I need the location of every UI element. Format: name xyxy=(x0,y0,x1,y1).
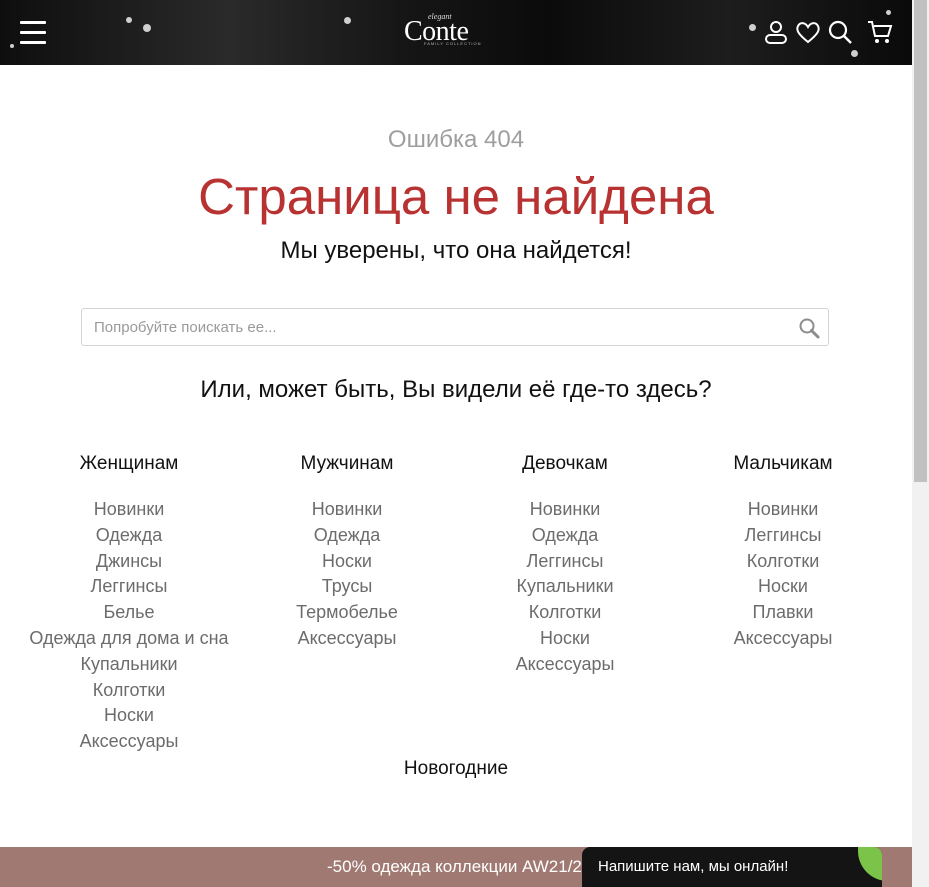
page-scrollbar[interactable] xyxy=(912,0,929,887)
category-link[interactable]: Леггинсы xyxy=(674,523,892,549)
cart-icon[interactable] xyxy=(866,18,894,46)
category-link[interactable]: Колготки xyxy=(456,600,674,626)
category-title[interactable]: Мальчикам xyxy=(674,452,892,476)
category-link[interactable]: Аксессуары xyxy=(674,626,892,652)
promo-text[interactable]: -50% одежда коллекции AW21/22 xyxy=(327,857,591,877)
chat-leaf-icon xyxy=(858,847,882,881)
category-women: Женщинам Новинки Одежда Джинсы Леггинсы … xyxy=(20,452,238,755)
category-link[interactable]: Одежда xyxy=(238,523,456,549)
category-link[interactable]: Новинки xyxy=(238,497,456,523)
chat-widget[interactable]: Напишите нам, мы онлайн! xyxy=(582,847,882,887)
category-link[interactable]: Одежда xyxy=(20,523,238,549)
category-newyear-link[interactable]: Новогодние xyxy=(0,758,912,780)
category-link[interactable]: Новинки xyxy=(456,497,674,523)
scrollbar-thumb[interactable] xyxy=(914,0,927,482)
category-link[interactable]: Термобелье xyxy=(238,600,456,626)
category-link[interactable]: Леггинсы xyxy=(456,549,674,575)
category-link[interactable]: Аксессуары xyxy=(238,626,456,652)
error-title: Страница не найдена xyxy=(198,168,714,225)
chat-label: Напишите нам, мы онлайн! xyxy=(598,858,789,875)
snowflake-decoration xyxy=(10,44,14,48)
category-girls: Девочкам Новинки Одежда Леггинсы Купальн… xyxy=(456,452,674,678)
category-title[interactable]: Девочкам xyxy=(456,452,674,476)
search-form xyxy=(81,308,829,346)
category-link[interactable]: Аксессуары xyxy=(20,729,238,755)
site-header: elegant Conte FAMILY COLLECTION xyxy=(0,0,912,65)
brand-logo[interactable]: elegant Conte FAMILY COLLECTION xyxy=(398,10,488,50)
snowflake-decoration xyxy=(344,17,351,24)
category-title[interactable]: Женщинам xyxy=(20,452,238,476)
category-link[interactable]: Джинсы xyxy=(20,549,238,575)
category-link[interactable]: Носки xyxy=(20,703,238,729)
user-icon[interactable] xyxy=(762,18,790,46)
category-link[interactable]: Колготки xyxy=(20,678,238,704)
category-link[interactable]: Колготки xyxy=(674,549,892,575)
category-link[interactable]: Носки xyxy=(456,626,674,652)
category-link[interactable]: Плавки xyxy=(674,600,892,626)
menu-icon[interactable] xyxy=(20,20,46,44)
search-submit-icon[interactable] xyxy=(798,317,820,339)
category-link[interactable]: Аксессуары xyxy=(456,652,674,678)
snowflake-decoration xyxy=(749,24,756,31)
category-link[interactable]: Новинки xyxy=(674,497,892,523)
snowflake-decoration xyxy=(851,50,858,57)
category-link[interactable]: Носки xyxy=(674,574,892,600)
heart-icon[interactable] xyxy=(794,18,822,46)
error-code: Ошибка 404 xyxy=(387,126,525,153)
category-link[interactable]: Трусы xyxy=(238,574,456,600)
snowflake-decoration xyxy=(126,17,132,23)
category-link[interactable]: Купальники xyxy=(456,574,674,600)
snowflake-decoration xyxy=(143,24,151,32)
category-title[interactable]: Мужчинам xyxy=(238,452,456,476)
search-icon[interactable] xyxy=(826,18,854,46)
category-link[interactable]: Белье xyxy=(20,600,238,626)
error-subtitle: Мы уверены, что она найдется! xyxy=(280,237,632,264)
category-men: Мужчинам Новинки Одежда Носки Трусы Терм… xyxy=(238,452,456,652)
category-boys: Мальчикам Новинки Леггинсы Колготки Носк… xyxy=(674,452,892,652)
search-input[interactable] xyxy=(94,309,784,345)
snowflake-decoration xyxy=(886,10,891,15)
logo-subtitle: FAMILY COLLECTION xyxy=(424,41,482,46)
category-link[interactable]: Одежда для дома и сна xyxy=(20,626,238,652)
category-link[interactable]: Носки xyxy=(238,549,456,575)
category-link[interactable]: Купальники xyxy=(20,652,238,678)
category-link[interactable]: Леггинсы xyxy=(20,574,238,600)
category-link[interactable]: Новинки xyxy=(20,497,238,523)
suggestion-heading: Или, может быть, Вы видели её где-то зде… xyxy=(200,376,712,403)
category-link[interactable]: Одежда xyxy=(456,523,674,549)
